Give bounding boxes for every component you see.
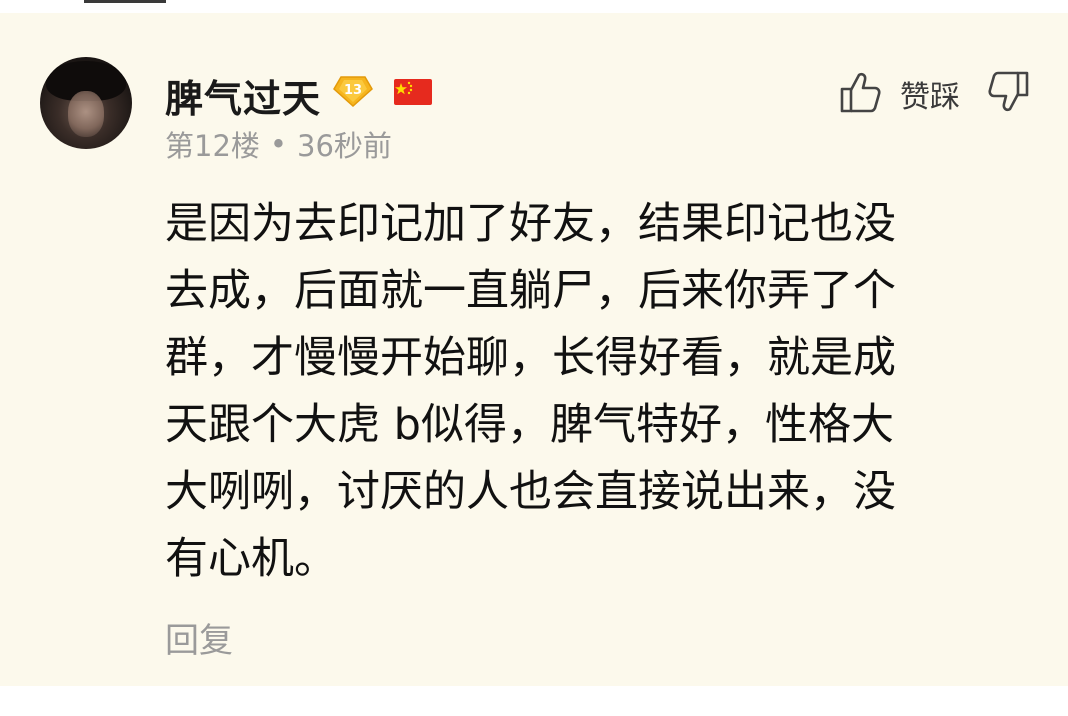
thumbs-down-icon[interactable] [985, 69, 1031, 115]
reply-button[interactable]: 回复 [165, 613, 233, 662]
username[interactable]: 脾气过天 [165, 68, 321, 123]
avatar-face [68, 91, 104, 137]
floor-number: 第12楼 [165, 129, 260, 163]
thumbs-up-icon[interactable] [838, 69, 884, 115]
like-dislike-label: 赞踩 [900, 80, 960, 115]
meta-separator: • [269, 127, 288, 161]
timestamp: 36秒前 [297, 129, 392, 163]
top-tab-indicator [84, 0, 166, 3]
comment-meta: 第12楼 • 36秒前 [165, 123, 392, 165]
level-number: 13 [344, 83, 362, 98]
comment-card: 脾气过天 13 第12楼 • 36秒前 赞踩 是因为去印记加了好友，结果印记也没… [0, 13, 1068, 686]
comment-body: 是因为去印记加了好友，结果印记也没 去成，后面就一直躺尸，后来你弄了个 群，才慢… [165, 199, 896, 584]
level-badge-icon: 13 [333, 76, 373, 107]
avatar[interactable] [40, 57, 132, 149]
china-flag-icon [394, 79, 432, 105]
